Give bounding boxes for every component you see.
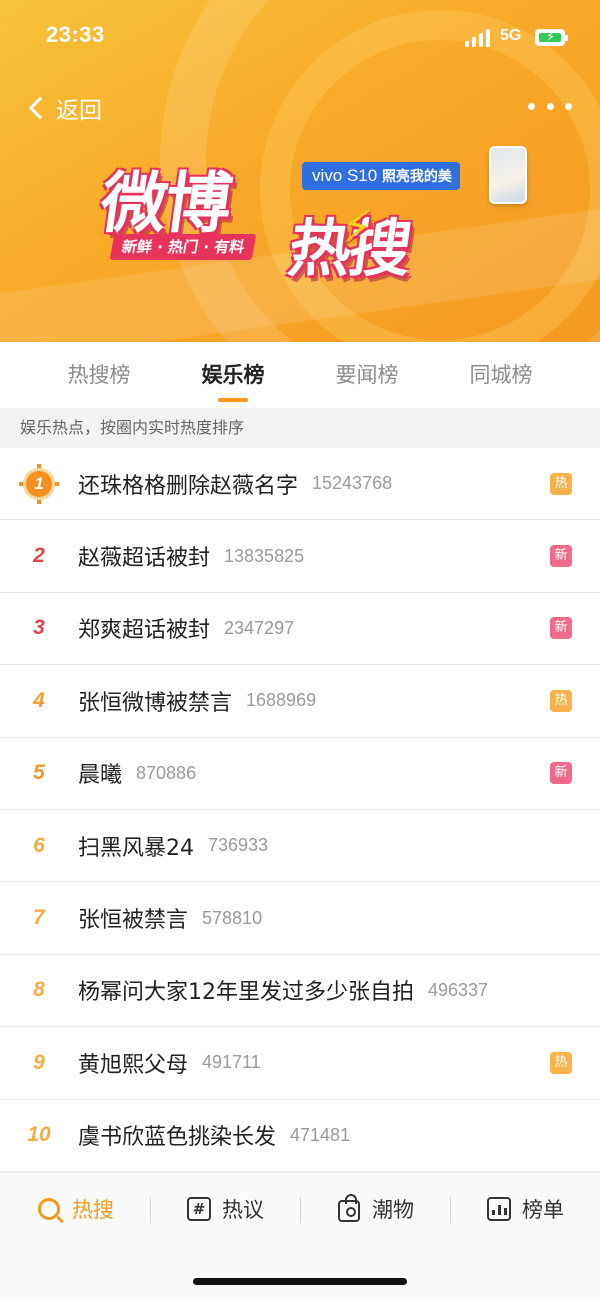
topic-title: 扫黑风暴24 xyxy=(78,835,194,861)
rank-number: 2 xyxy=(33,544,45,568)
rank-number: 6 xyxy=(33,833,45,857)
bottom-nav: 热搜 # 热议 潮物 榜单 xyxy=(0,1172,600,1244)
nav-label: 热议 xyxy=(222,1197,264,1222)
hot-search-row[interactable]: 4 张恒微博被禁言 1688969 热 xyxy=(0,665,600,738)
hot-search-list: 1 还珠格格删除赵薇名字 15243768 热 2 赵薇超话被封 13835825 新 3 郑爽超… xyxy=(0,448,600,1172)
hot-badge: 热 xyxy=(550,1051,572,1074)
topic-title: 虞书欣蓝色挑染长发 xyxy=(78,1125,277,1151)
heat-count: 491711 xyxy=(202,1052,261,1073)
heat-count: 15243768 xyxy=(312,473,393,494)
ranking-description: 娱乐热点，按圈内实时热度排序 xyxy=(0,408,600,448)
new-badge: 新 xyxy=(550,762,572,785)
tab-entertainment[interactable]: 娱乐榜 xyxy=(178,342,288,408)
hot-search-row[interactable]: 8 杨幂问大家12年里发过多少张自拍 496337 xyxy=(0,955,600,1028)
hot-search-row[interactable]: 5 晨曦 870886 新 xyxy=(0,738,600,810)
topic-title: 晨曦 xyxy=(78,763,123,789)
topic-title: 赵薇超话被封 xyxy=(78,546,211,572)
phone-ad-image[interactable] xyxy=(489,146,527,204)
nav-label: 潮物 xyxy=(372,1197,414,1222)
sponsor-ad-badge[interactable]: vivo S10 照亮我的美 xyxy=(302,162,460,190)
hot-search-row[interactable]: 6 扫黑风暴24 736933 xyxy=(0,810,600,883)
nav-label: 榜单 xyxy=(522,1197,564,1222)
back-button[interactable]: 返回 xyxy=(24,90,102,126)
active-tab-indicator xyxy=(218,398,248,402)
hot-search-row[interactable]: 3 郑爽超话被封 2347297 新 xyxy=(0,593,600,666)
new-badge: 新 xyxy=(550,545,572,568)
lightning-icon: ⚡ xyxy=(342,202,373,253)
heat-count: 471481 xyxy=(290,1124,351,1145)
signal-icon xyxy=(465,29,493,47)
ad-slogan: 照亮我的美 xyxy=(381,169,452,185)
topic-title: 张恒微博被禁言 xyxy=(78,690,233,716)
more-dots-icon xyxy=(528,102,535,110)
heat-count: 2347297 xyxy=(224,617,295,638)
network-type: 5G xyxy=(500,27,522,44)
hot-badge: 热 xyxy=(550,689,572,712)
tab-local[interactable]: 同城榜 xyxy=(446,342,556,408)
topic-title: 黄旭熙父母 xyxy=(78,1052,189,1078)
rank-number: 1 xyxy=(19,463,59,504)
heat-count: 736933 xyxy=(208,835,269,856)
nav-rankings[interactable]: 榜单 xyxy=(450,1189,600,1229)
rank-number: 3 xyxy=(33,616,45,640)
hot-search-banner: 23:33 5G ⚡ 返回 微博 热搜 ⚡ 新鲜 · 热门 · 有料 vivo … xyxy=(0,0,600,342)
heat-count: 578810 xyxy=(202,907,263,928)
chevron-left-icon xyxy=(28,96,52,120)
home-indicator[interactable] xyxy=(193,1278,407,1285)
discussion-icon: # xyxy=(186,1196,212,1222)
rank-number: 9 xyxy=(33,1050,45,1074)
heat-count: 1688969 xyxy=(246,690,317,711)
rank-number: 5 xyxy=(33,761,45,785)
logo-tagline: 新鲜 · 热门 · 有料 xyxy=(109,234,257,260)
nav-hot-search[interactable]: 热搜 xyxy=(0,1189,150,1229)
back-label: 返回 xyxy=(56,98,102,124)
search-icon xyxy=(36,1196,62,1222)
topic-title: 还珠格格删除赵薇名字 xyxy=(78,473,299,499)
hot-search-row[interactable]: 7 张恒被禁言 578810 xyxy=(0,882,600,955)
ranking-tabs: 热搜榜 娱乐榜 要闻榜 同城榜 xyxy=(0,342,600,408)
chart-icon xyxy=(486,1196,512,1222)
shopping-bag-icon xyxy=(336,1193,362,1222)
status-bar: 23:33 5G ⚡ xyxy=(0,0,600,76)
rank-medal: 1 xyxy=(0,463,78,504)
ad-brand: vivo S10 xyxy=(312,166,378,185)
hot-search-row[interactable]: 2 赵薇超话被封 13835825 新 xyxy=(0,520,600,593)
heat-count: 870886 xyxy=(136,762,197,783)
heat-count: 496337 xyxy=(428,979,489,1000)
rank-number: 4 xyxy=(33,688,45,712)
tab-news[interactable]: 要闻榜 xyxy=(312,342,422,408)
more-options-button[interactable] xyxy=(528,96,572,116)
battery-icon: ⚡ xyxy=(535,29,568,46)
nav-discussion[interactable]: # 热议 xyxy=(150,1189,300,1229)
rank-number: 8 xyxy=(33,978,45,1002)
nav-label: 热搜 xyxy=(72,1197,114,1222)
rank-number: 7 xyxy=(33,906,45,930)
new-badge: 新 xyxy=(550,617,572,640)
topic-title: 郑爽超话被封 xyxy=(78,618,211,644)
topic-title: 杨幂问大家12年里发过多少张自拍 xyxy=(78,980,414,1006)
bottom-safe-area xyxy=(0,1244,600,1299)
heat-count: 13835825 xyxy=(224,545,305,566)
status-time: 23:33 xyxy=(46,22,105,47)
hot-badge: 热 xyxy=(550,472,572,495)
rank-number: 10 xyxy=(27,1123,51,1147)
nav-trends[interactable]: 潮物 xyxy=(300,1189,450,1229)
topic-title: 张恒被禁言 xyxy=(78,908,189,934)
hot-search-row[interactable]: 9 黄旭熙父母 491711 热 xyxy=(0,1027,600,1100)
tab-hot-search[interactable]: 热搜榜 xyxy=(44,342,154,408)
hot-search-row[interactable]: 10 虞书欣蓝色挑染长发 471481 xyxy=(0,1100,600,1172)
logo-text-weibo: 微博 xyxy=(95,165,235,242)
hot-search-row[interactable]: 1 还珠格格删除赵薇名字 15243768 热 xyxy=(0,448,600,521)
